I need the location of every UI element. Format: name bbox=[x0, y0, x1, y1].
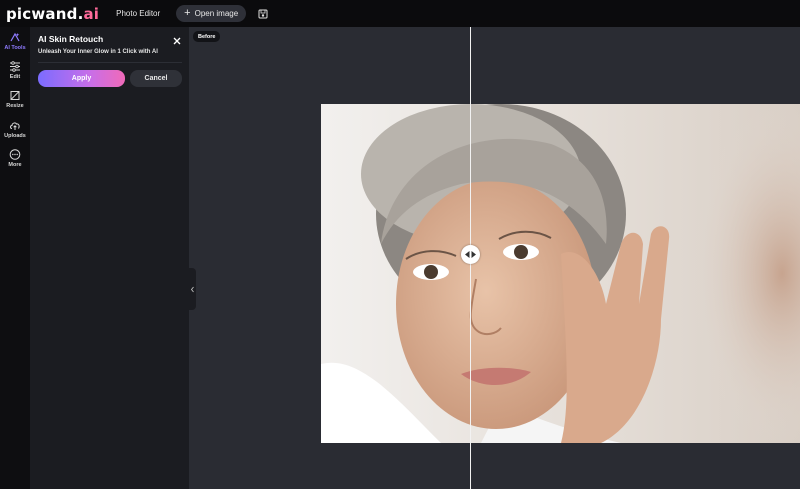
top-bar: picwand.ai Photo Editor + Open image bbox=[0, 0, 800, 27]
rail-item-ai-tools[interactable]: AI Tools bbox=[0, 32, 30, 51]
open-image-button[interactable]: + Open image bbox=[176, 5, 247, 22]
open-image-label: Open image bbox=[194, 9, 239, 18]
save-icon[interactable] bbox=[258, 9, 268, 19]
panel-title: AI Skin Retouch bbox=[38, 34, 104, 44]
app-logo[interactable]: picwand.ai bbox=[6, 5, 99, 23]
split-arrows-icon bbox=[465, 251, 476, 258]
logo-ai-text: ai bbox=[83, 4, 100, 23]
more-icon bbox=[9, 149, 21, 160]
plus-icon: + bbox=[184, 7, 191, 19]
rail-item-label: Resize bbox=[6, 103, 24, 109]
portrait-image bbox=[321, 104, 800, 443]
rail-item-label: Uploads bbox=[4, 133, 26, 139]
compare-slider-handle[interactable] bbox=[461, 245, 480, 264]
logo-text: picwand. bbox=[6, 4, 84, 23]
apply-button[interactable]: Apply bbox=[38, 70, 125, 87]
rail-item-label: More bbox=[8, 162, 22, 168]
rail-item-uploads[interactable]: Uploads bbox=[0, 120, 30, 139]
rail-item-label: Edit bbox=[9, 74, 21, 80]
ai-sparkle-icon bbox=[10, 32, 20, 42]
crop-icon bbox=[10, 91, 20, 100]
rail-item-more[interactable]: More bbox=[0, 149, 30, 168]
photo-editor-link[interactable]: Photo Editor bbox=[116, 9, 160, 18]
rail-item-edit[interactable]: Edit bbox=[0, 61, 30, 80]
close-icon[interactable] bbox=[172, 33, 182, 45]
rail-item-resize[interactable]: Resize bbox=[0, 90, 30, 109]
panel-divider bbox=[38, 62, 182, 63]
chevron-left-icon bbox=[190, 286, 194, 292]
cancel-button[interactable]: Cancel bbox=[130, 70, 182, 87]
panel-subtitle: Unleash Your Inner Glow in 1 Click with … bbox=[38, 49, 158, 55]
sliders-icon bbox=[10, 61, 20, 72]
before-badge: Before bbox=[193, 31, 221, 42]
skin-retouch-panel: AI Skin Retouch Unleash Your Inner Glow … bbox=[30, 27, 189, 489]
cloud-upload-icon bbox=[10, 122, 20, 130]
photo-preview[interactable] bbox=[321, 104, 800, 443]
collapse-panel-handle[interactable] bbox=[189, 268, 196, 310]
rail-item-label: AI Tools bbox=[4, 45, 26, 51]
tool-rail: AI Tools Edit Resize Uploads More bbox=[0, 27, 30, 489]
